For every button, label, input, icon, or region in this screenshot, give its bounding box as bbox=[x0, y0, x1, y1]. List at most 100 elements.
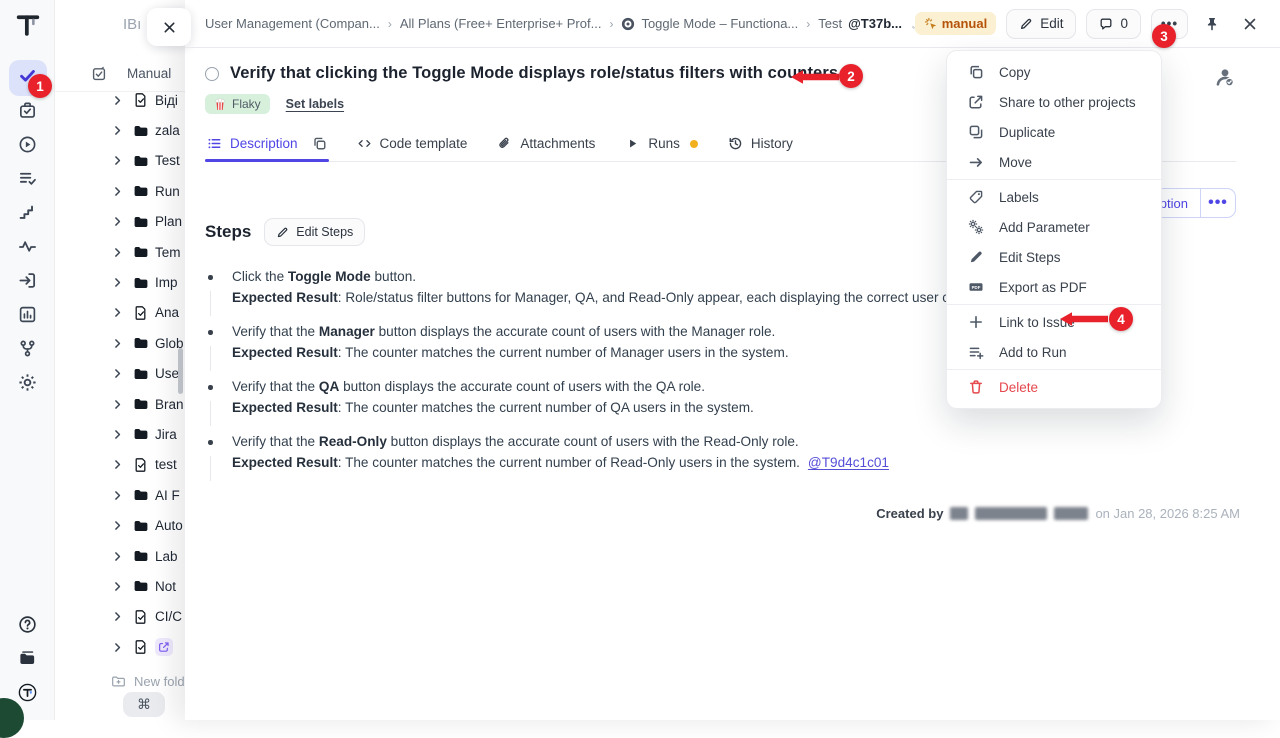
chevron-right-icon[interactable] bbox=[111, 367, 124, 380]
sidebar-item-settings[interactable] bbox=[9, 368, 47, 402]
menu-item-add-parameter[interactable]: Add Parameter bbox=[947, 212, 1161, 242]
chevron-right-icon[interactable] bbox=[111, 185, 124, 198]
folder-icon bbox=[133, 214, 149, 230]
play-icon bbox=[625, 136, 640, 151]
sidebar-item-help[interactable] bbox=[9, 610, 47, 644]
chevron-right-icon[interactable] bbox=[111, 550, 124, 563]
chevron-right-icon[interactable] bbox=[111, 428, 124, 441]
popcorn-icon bbox=[214, 98, 226, 111]
sidebar-item-plans[interactable] bbox=[9, 164, 47, 198]
chevron-right-icon[interactable] bbox=[111, 580, 124, 593]
sidebar-item-projects[interactable] bbox=[9, 644, 47, 678]
tree-item-label: zala bbox=[155, 123, 180, 138]
sidebar-item-import[interactable] bbox=[9, 266, 47, 300]
folder-icon bbox=[133, 396, 149, 412]
comments-button[interactable]: 0 bbox=[1086, 9, 1141, 39]
sidebar-item-milestones[interactable] bbox=[9, 198, 47, 232]
tab-code-template[interactable]: Code template bbox=[355, 129, 470, 161]
tab-description[interactable]: Description bbox=[205, 129, 329, 161]
menu-item-export-as-pdf[interactable]: PDF Export as PDF bbox=[947, 272, 1161, 302]
menu-item-share-to-other-projects[interactable]: Share to other projects bbox=[947, 87, 1161, 117]
tree-item[interactable]: Glob bbox=[55, 328, 185, 358]
new-folder-button[interactable]: New folder bbox=[55, 668, 185, 694]
flaky-badge[interactable]: Flaky bbox=[205, 94, 270, 114]
set-labels-link[interactable]: Set labels bbox=[286, 97, 344, 111]
add-run-icon bbox=[968, 344, 984, 360]
breadcrumb-item[interactable]: User Management (Compan... bbox=[205, 16, 380, 31]
tree-item[interactable]: Ana bbox=[55, 298, 185, 328]
tree-item[interactable]: test bbox=[55, 450, 185, 480]
sidebar-item-suites[interactable] bbox=[9, 96, 47, 130]
menu-item-move[interactable]: Move bbox=[947, 147, 1161, 177]
chevron-right-icon[interactable] bbox=[111, 398, 124, 411]
sidebar-item-branches[interactable] bbox=[9, 334, 47, 368]
edit-button[interactable]: Edit bbox=[1006, 9, 1076, 39]
tree-item[interactable]: Plan bbox=[55, 207, 185, 237]
tree-list: Віді zala Test Run Plan Tem bbox=[55, 85, 185, 662]
tree-item[interactable]: zala bbox=[55, 115, 185, 145]
chevron-right-icon[interactable] bbox=[111, 276, 124, 289]
tree-item-label: Imp bbox=[155, 275, 178, 290]
assignee-icon[interactable] bbox=[1214, 66, 1236, 88]
tree-item[interactable]: Auto bbox=[55, 510, 185, 540]
tab-attachments[interactable]: Attachments bbox=[495, 129, 597, 161]
tree-item[interactable]: Imp bbox=[55, 267, 185, 297]
sidebar-item-activity[interactable] bbox=[9, 232, 47, 266]
sidebar-item-reports[interactable] bbox=[9, 300, 47, 334]
tree-item[interactable]: Tem bbox=[55, 237, 185, 267]
chevron-right-icon[interactable] bbox=[111, 154, 124, 167]
menu-item-labels[interactable]: Labels bbox=[947, 182, 1161, 212]
chevron-right-icon[interactable] bbox=[111, 94, 124, 107]
chevron-right-icon[interactable] bbox=[111, 306, 124, 319]
tree-item[interactable]: AI F bbox=[55, 480, 185, 510]
menu-item-label: Export as PDF bbox=[999, 280, 1087, 295]
breadcrumb-item[interactable]: Test @T37b... bbox=[818, 16, 902, 31]
breadcrumb-separator: › bbox=[388, 17, 392, 31]
tree-item[interactable]: Lab bbox=[55, 541, 185, 571]
menu-item-add-to-run[interactable]: Add to Run bbox=[947, 337, 1161, 367]
tree-item-label: Plan bbox=[155, 214, 182, 229]
tab-history[interactable]: History bbox=[726, 129, 795, 161]
tree-item[interactable]: Jira bbox=[55, 419, 185, 449]
tag-icon bbox=[968, 189, 984, 205]
tree-scrollbar[interactable] bbox=[178, 348, 183, 394]
chevron-right-icon[interactable] bbox=[111, 215, 124, 228]
tree-item[interactable] bbox=[55, 632, 185, 662]
pin-button[interactable] bbox=[1198, 10, 1226, 38]
tree-item[interactable]: Use bbox=[55, 359, 185, 389]
keyboard-shortcut-badge[interactable]: ⌘ bbox=[123, 692, 165, 717]
tree-item[interactable]: Bran bbox=[55, 389, 185, 419]
edit-steps-button[interactable]: Edit Steps bbox=[264, 218, 365, 246]
chevron-right-icon[interactable] bbox=[111, 124, 124, 137]
chevron-right-icon[interactable] bbox=[111, 458, 124, 471]
tree-item[interactable]: Not bbox=[55, 571, 185, 601]
tree-item[interactable]: Run bbox=[55, 176, 185, 206]
tree-item[interactable]: CI/C bbox=[55, 602, 185, 632]
chevron-right-icon[interactable] bbox=[111, 610, 124, 623]
menu-item-delete[interactable]: Delete bbox=[947, 372, 1161, 402]
menu-item-duplicate[interactable]: Duplicate bbox=[947, 117, 1161, 147]
close-panel-button[interactable] bbox=[1236, 10, 1264, 38]
chevron-right-icon[interactable] bbox=[111, 641, 124, 654]
app-logo-icon[interactable] bbox=[14, 11, 42, 39]
step-action: Verify that the Read-Only button display… bbox=[232, 432, 1236, 453]
tree-item[interactable]: Test bbox=[55, 146, 185, 176]
tab-runs[interactable]: Runs bbox=[623, 129, 700, 161]
chevron-right-icon[interactable] bbox=[111, 246, 124, 259]
sidebar-item-runs[interactable] bbox=[9, 130, 47, 164]
linked-test-link[interactable]: @T9d4c1c01 bbox=[808, 455, 889, 470]
chevron-right-icon[interactable] bbox=[111, 519, 124, 532]
tree-item-label: Ana bbox=[155, 305, 179, 320]
copy-description-icon[interactable] bbox=[312, 136, 327, 151]
project-avatar[interactable] bbox=[79, 8, 113, 42]
edit-description-more-button[interactable]: ••• bbox=[1200, 188, 1236, 218]
chevron-right-icon[interactable] bbox=[111, 337, 124, 350]
menu-item-copy[interactable]: Copy bbox=[947, 57, 1161, 87]
sparkle-icon bbox=[924, 17, 937, 30]
breadcrumb-item[interactable]: All Plans (Free+ Enterprise+ Prof... bbox=[400, 16, 602, 31]
test-status-circle[interactable] bbox=[205, 67, 219, 81]
chevron-right-icon[interactable] bbox=[111, 489, 124, 502]
tree-item[interactable]: Віді bbox=[55, 85, 185, 115]
breadcrumb-item[interactable]: Toggle Mode – Functiona... bbox=[621, 16, 798, 31]
menu-item-edit-steps[interactable]: Edit Steps bbox=[947, 242, 1161, 272]
